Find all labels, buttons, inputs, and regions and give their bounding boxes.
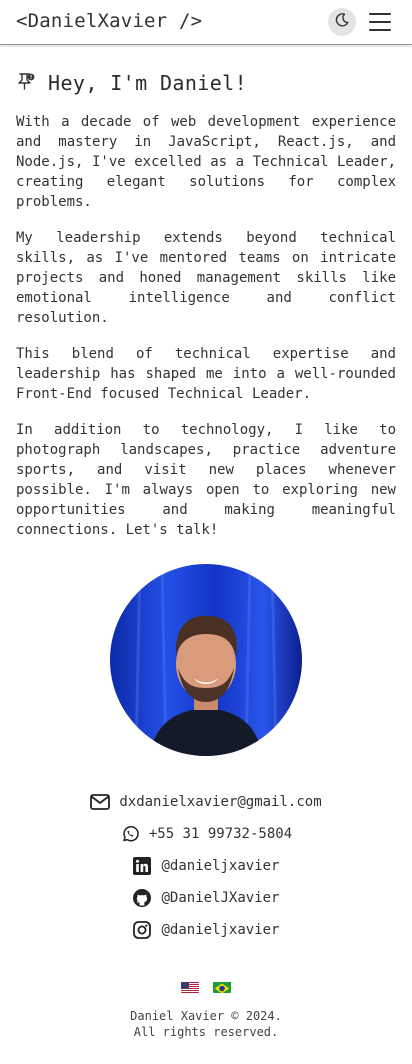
us-flag-icon[interactable] — [181, 980, 199, 993]
rights-text: All rights reserved. — [133, 1025, 279, 1039]
contact-phone-text[interactable]: +55 31 99732-5804 — [149, 826, 292, 842]
hamburger-icon-bar — [369, 29, 391, 31]
profile-photo — [110, 564, 302, 756]
envelope-icon — [90, 792, 111, 812]
site-logo[interactable]: <DanielXavier /> — [16, 10, 202, 32]
contact-github-text[interactable]: @DanielJXavier — [161, 890, 279, 906]
copyright-text: Daniel Xavier © 2024. — [130, 1009, 282, 1023]
page-title: Hey, I'm Daniel! — [48, 71, 248, 95]
brazil-flag-icon[interactable] — [213, 980, 231, 993]
contact-list: dxdanielxavier@gmail.com +55 31 99732-58… — [0, 786, 412, 946]
contact-email[interactable]: dxdanielxavier@gmail.com — [0, 786, 412, 818]
moon-icon — [334, 12, 350, 32]
contact-linkedin-text[interactable]: @danieljxavier — [161, 858, 279, 874]
contact-github[interactable]: @DanielJXavier — [0, 882, 412, 914]
whatsapp-icon — [120, 824, 140, 844]
hamburger-icon-bar — [369, 21, 391, 23]
site-footer: Daniel Xavier © 2024. All rights reserve… — [0, 1008, 412, 1040]
contact-email-text[interactable]: dxdanielxavier@gmail.com — [119, 794, 321, 810]
linkedin-icon — [132, 856, 152, 876]
bio-paragraph: With a decade of web development experie… — [16, 114, 396, 210]
theme-toggle-button[interactable] — [328, 8, 356, 36]
github-icon — [132, 888, 152, 908]
bio-paragraph: This blend of technical expertise and le… — [16, 346, 396, 402]
bio-section: With a decade of web development experie… — [16, 112, 396, 556]
site-header: <DanielXavier /> — [0, 0, 412, 45]
instagram-icon — [132, 920, 152, 940]
bio-paragraph: In addition to technology, I like to pho… — [16, 422, 396, 538]
intro-heading: Hey, I'm Daniel! — [16, 68, 247, 98]
pin-alert-icon — [16, 71, 36, 95]
contact-linkedin[interactable]: @danieljxavier — [0, 850, 412, 882]
contact-instagram[interactable]: @danieljxavier — [0, 914, 412, 946]
bio-paragraph: My leadership extends beyond technical s… — [16, 230, 396, 326]
language-switcher — [0, 980, 412, 993]
hamburger-icon-bar — [369, 13, 391, 15]
contact-whatsapp[interactable]: +55 31 99732-5804 — [0, 818, 412, 850]
hamburger-menu-button[interactable] — [369, 12, 391, 32]
contact-instagram-text[interactable]: @danieljxavier — [161, 922, 279, 938]
